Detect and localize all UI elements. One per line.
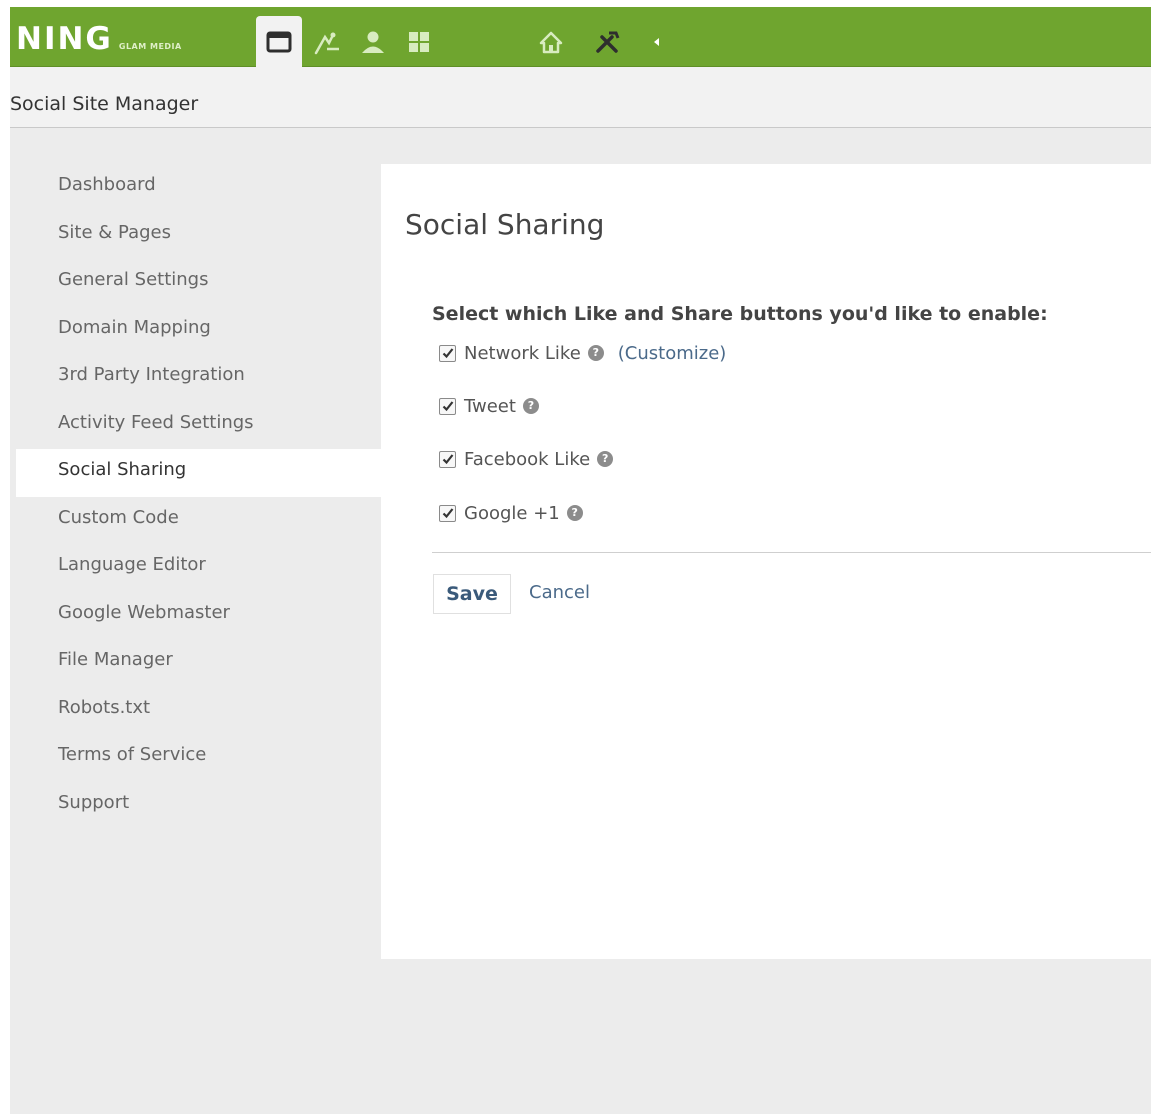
sidebar-item-general-settings[interactable]: General Settings [16,259,381,307]
logo-subtext: GLAM MEDIA [118,42,182,51]
tools-icon[interactable] [585,16,631,67]
section-title: Social Sharing [405,208,605,241]
caret-left-icon[interactable] [646,16,666,67]
sidebar-item-custom-code[interactable]: Custom Code [16,497,381,545]
sidebar-item-support[interactable]: Support [16,782,381,830]
top-navigation-bar: NING GLAM MEDIA [10,7,1151,68]
grid-icon[interactable] [396,16,442,67]
check-icon [442,401,453,412]
sidebar-menu: Dashboard Site & Pages General Settings … [16,164,381,829]
sharing-prompt: Select which Like and Share buttons you'… [432,303,1048,325]
tweet-label: Tweet [464,395,516,417]
sidebar-item-terms-of-service[interactable]: Terms of Service [16,734,381,782]
person-icon[interactable] [350,16,396,67]
option-tweet: Tweet ? [439,394,539,418]
home-icon[interactable] [528,16,574,67]
facebook-like-checkbox[interactable] [439,450,456,468]
cancel-link[interactable]: Cancel [529,582,590,603]
sidebar-item-3rd-party-integration[interactable]: 3rd Party Integration [16,354,381,402]
check-icon [442,348,453,359]
sidebar-item-language-editor[interactable]: Language Editor [16,544,381,592]
window-icon[interactable] [256,16,302,68]
help-icon[interactable]: ? [566,505,583,521]
google-plus-one-label: Google +1 [464,502,560,524]
check-icon [442,454,453,465]
paint-icon[interactable] [304,16,350,67]
page-title: Social Site Manager [10,93,199,115]
logo-text: NING [16,21,113,57]
sidebar-item-social-sharing[interactable]: Social Sharing [16,449,381,497]
save-button[interactable]: Save [433,574,511,614]
sidebar-item-dashboard[interactable]: Dashboard [16,164,381,212]
facebook-like-label: Facebook Like [464,448,591,470]
ning-logo[interactable]: NING GLAM MEDIA [16,21,182,57]
help-icon[interactable]: ? [522,398,539,414]
sidebar-item-robots-txt[interactable]: Robots.txt [16,687,381,735]
help-icon[interactable]: ? [587,345,604,361]
divider [432,552,1151,553]
option-facebook-like: Facebook Like ? [439,447,614,471]
tweet-checkbox[interactable] [439,397,456,415]
sidebar-item-domain-mapping[interactable]: Domain Mapping [16,307,381,355]
content-panel: Social Sharing Select which Like and Sha… [381,164,1151,959]
check-icon [442,508,453,519]
option-network-like: Network Like ? (Customize) [439,341,726,365]
network-like-checkbox[interactable] [439,344,456,362]
sidebar-item-file-manager[interactable]: File Manager [16,639,381,687]
sidebar-item-site-pages[interactable]: Site & Pages [16,212,381,260]
help-icon[interactable]: ? [597,451,614,467]
sidebar-item-activity-feed-settings[interactable]: Activity Feed Settings [16,402,381,450]
page-header: Social Site Manager [10,67,1151,128]
network-like-label: Network Like [464,342,581,364]
main-area: Dashboard Site & Pages General Settings … [10,128,1151,1114]
sidebar-item-google-webmaster[interactable]: Google Webmaster [16,592,381,640]
google-plus-one-checkbox[interactable] [439,504,456,522]
option-google-plus-one: Google +1 ? [439,501,583,525]
customize-link[interactable]: (Customize) [618,343,727,364]
